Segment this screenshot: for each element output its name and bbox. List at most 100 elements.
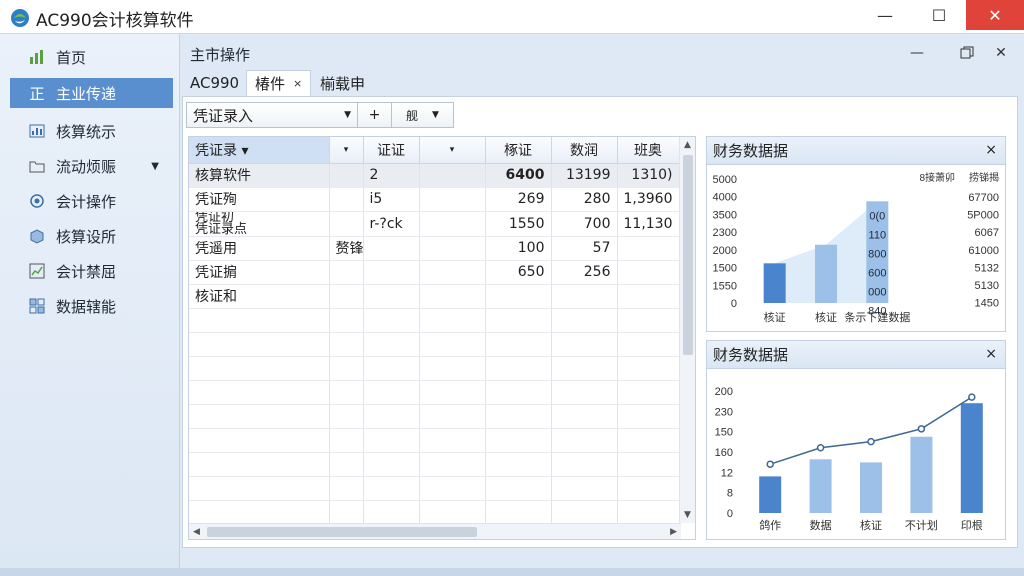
chevron-down-icon[interactable]: ▼ xyxy=(151,161,159,172)
table-cell[interactable]: 1550 xyxy=(485,211,552,237)
column-header[interactable]: 班奥 xyxy=(617,137,680,164)
minimize-icon[interactable]: — xyxy=(906,42,928,64)
sidebar-item-accounting-ops[interactable]: 会计操作 xyxy=(10,186,173,216)
table-cell[interactable] xyxy=(419,187,486,212)
table-cell[interactable]: 核证和 xyxy=(189,284,330,309)
side-value: 61000 xyxy=(968,245,999,257)
table-row[interactable]: 凭证初 凭证录点 r-?ck 1550 700 11,130 xyxy=(189,211,680,237)
table-cell[interactable]: 280 xyxy=(551,187,618,212)
table-row[interactable]: 凭遥用 赘锋 100 57 xyxy=(189,236,680,261)
table-cell[interactable] xyxy=(363,236,420,261)
table-row[interactable]: 核证和 xyxy=(189,284,680,309)
table-cell[interactable]: 700 xyxy=(551,211,618,237)
column-header[interactable]: ▾ xyxy=(419,137,486,164)
scroll-up-icon[interactable]: ▲ xyxy=(684,140,691,150)
table-cell[interactable]: 57 xyxy=(551,236,618,261)
table-row[interactable]: 凭证殉 i5 269 280 1,3960 xyxy=(189,187,680,212)
scroll-thumb[interactable] xyxy=(683,155,693,355)
table-cell[interactable]: 凭证掮 xyxy=(189,260,330,285)
table-cell[interactable]: r-?ck xyxy=(363,211,420,237)
table-cell[interactable]: 1310) xyxy=(617,163,680,188)
restore-icon[interactable] xyxy=(956,42,978,64)
scroll-down-icon[interactable]: ▼ xyxy=(684,510,691,520)
tab-active[interactable]: 椿件 × xyxy=(246,70,312,96)
sidebar-item-settings[interactable]: 核算设所 xyxy=(10,221,173,251)
sidebar-item-data[interactable]: 数据辖能 xyxy=(10,291,173,321)
table-cell[interactable]: 100 xyxy=(485,236,552,261)
tab-ac990[interactable]: AC990 xyxy=(182,70,247,96)
table-cell[interactable]: 赘锋 xyxy=(329,236,364,261)
table-cell[interactable]: 凭证初 凭证录点 xyxy=(189,211,330,237)
sidebar-item-accounting-forbid[interactable]: 会计禁屈 xyxy=(10,256,173,286)
add-button[interactable]: + xyxy=(358,102,392,128)
close-icon[interactable]: × xyxy=(293,77,302,90)
table-cell[interactable]: 650 xyxy=(485,260,552,285)
table-cell[interactable] xyxy=(329,211,364,237)
scroll-thumb[interactable] xyxy=(207,527,477,537)
x-tick-label: 印根 xyxy=(961,518,983,532)
column-header-label: 8接萧卯 xyxy=(919,171,955,184)
bar xyxy=(809,459,832,513)
voucher-select[interactable]: 凭证录入 ▼ xyxy=(186,102,358,128)
table-cell[interactable]: 256 xyxy=(551,260,618,285)
toolbar-dropdown-button[interactable]: 舰 ▼ xyxy=(392,102,454,128)
sidebar-item-transfer[interactable]: 正 主业传递 xyxy=(10,78,173,108)
bar xyxy=(815,244,837,303)
table-cell[interactable] xyxy=(329,163,364,188)
maximize-button[interactable]: ☐ xyxy=(916,0,962,30)
table-cell[interactable] xyxy=(419,163,486,188)
table-cell[interactable]: 6400 xyxy=(485,163,552,188)
table-cell[interactable] xyxy=(363,284,420,309)
sidebar-item-accounting-stats[interactable]: 核算统示 xyxy=(10,116,173,146)
table-cell[interactable]: 11,130 xyxy=(617,211,680,237)
x-tick-label: 核证 xyxy=(860,518,882,532)
column-header[interactable]: 椓证 xyxy=(485,137,552,164)
sidebar-item-label: 数据辖能 xyxy=(56,297,117,316)
column-header[interactable]: ▾ xyxy=(329,137,364,164)
close-icon[interactable]: × xyxy=(985,346,997,362)
table-cell[interactable] xyxy=(419,284,486,309)
table-cell[interactable]: 凭证殉 xyxy=(189,187,330,212)
table-row[interactable]: 核算软件 2 6400 13199 1310) xyxy=(189,163,680,188)
column-header[interactable]: 数润 xyxy=(551,137,618,164)
close-icon[interactable]: × xyxy=(985,142,997,158)
table-cell[interactable] xyxy=(329,284,364,309)
table-cell[interactable] xyxy=(551,284,618,309)
bar xyxy=(910,436,933,513)
scroll-left-icon[interactable]: ◀ xyxy=(193,527,200,537)
column-header[interactable]: 证证 xyxy=(363,137,420,164)
tab-download[interactable]: 椾载申 xyxy=(312,70,373,96)
table-cell[interactable]: 1,3960 xyxy=(617,187,680,212)
table-cell[interactable] xyxy=(329,187,364,212)
table-cell[interactable] xyxy=(419,260,486,285)
table-cell[interactable] xyxy=(617,260,680,285)
table-cell[interactable] xyxy=(329,260,364,285)
column-header[interactable]: 凭证录 ▾ xyxy=(189,137,330,164)
table-cell[interactable] xyxy=(363,260,420,285)
table-cell[interactable]: i5 xyxy=(363,187,420,212)
data-label: 000 xyxy=(868,286,886,298)
table-cell[interactable] xyxy=(419,236,486,261)
vertical-scrollbar[interactable]: ▲ ▼ xyxy=(679,137,695,523)
table-cell[interactable]: 269 xyxy=(485,187,552,212)
panel-header: 财务数据据 × xyxy=(707,137,1005,165)
close-button[interactable]: ✕ xyxy=(966,0,1024,30)
table-cell[interactable]: 13199 xyxy=(551,163,618,188)
horizontal-scrollbar[interactable]: ◀ ▶ xyxy=(189,523,681,539)
table-cell[interactable] xyxy=(419,211,486,237)
table-row xyxy=(189,428,680,453)
table-row[interactable]: 凭证掮 650 256 xyxy=(189,260,680,285)
sidebar-item-flow[interactable]: 流动烦赈 ▼ xyxy=(10,151,173,181)
table-cell[interactable] xyxy=(485,284,552,309)
table-cell[interactable] xyxy=(617,236,680,261)
table-cell[interactable]: 2 xyxy=(363,163,420,188)
table-cell[interactable] xyxy=(617,284,680,309)
line-point xyxy=(816,443,825,452)
scroll-right-icon[interactable]: ▶ xyxy=(670,527,677,537)
table-cell[interactable]: 凭遥用 xyxy=(189,236,330,261)
close-icon[interactable]: ✕ xyxy=(990,42,1012,64)
sidebar-item-home[interactable]: 首页 xyxy=(10,42,173,72)
chart-panel-2: 财务数据据 × 200 230 150 160 12 8 0 鸽作 数据 核证 不计划 印根 xyxy=(706,340,1006,540)
minimize-button[interactable]: — xyxy=(862,0,908,30)
table-cell[interactable]: 核算软件 xyxy=(189,163,330,188)
